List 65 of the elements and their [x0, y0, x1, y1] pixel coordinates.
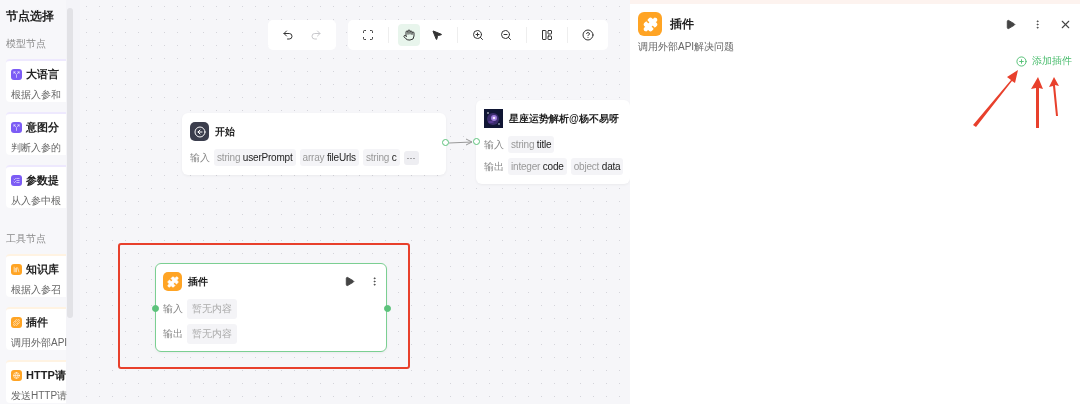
empty-tag: 暂无内容 — [187, 299, 237, 319]
sidebar-title: 节点选择 — [6, 8, 55, 25]
row-label: 输出 — [163, 327, 183, 341]
layout-icon — [541, 29, 553, 41]
node-name: HTTP请 — [26, 368, 66, 383]
row-label: 输入 — [484, 137, 504, 152]
play-icon — [344, 276, 355, 287]
puzzle-icon — [638, 12, 662, 36]
parameter-tag: string c — [362, 149, 400, 166]
start-icon — [190, 122, 209, 141]
node-card[interactable]: 插件 调用外部API — [6, 307, 66, 350]
node-description: 调用外部API — [11, 336, 66, 350]
node-description: 从入参中根 — [11, 194, 62, 208]
run-button[interactable] — [1005, 18, 1016, 30]
more-button[interactable]: ··· — [403, 150, 419, 165]
row-label: 输入 — [190, 150, 210, 165]
node-name: 大语言 — [26, 67, 59, 82]
group-label: 工具节点 — [6, 232, 47, 246]
node-title: 开始 — [215, 124, 236, 139]
node-card[interactable]: 插件 输入 暂无内容 输出 暂无内容 — [155, 263, 387, 352]
plus-icon — [1016, 55, 1027, 67]
redo-icon — [310, 29, 322, 41]
panel-title: 插件 — [670, 15, 695, 33]
scrollbar[interactable] — [67, 8, 73, 318]
parameter-tag: string userPrompt — [214, 149, 296, 166]
parameter-tag: array fileUrls — [299, 149, 359, 166]
node-description: 根据入参和 — [11, 88, 62, 102]
fullscreen-icon — [362, 29, 374, 41]
node-name: 插件 — [26, 315, 48, 330]
node-name: 意图分 — [26, 120, 59, 135]
node-name: 参数提 — [26, 173, 59, 188]
node-title: 星座运势解析@杨不易呀 — [509, 111, 620, 126]
play-icon — [1005, 18, 1016, 30]
row-label: 输出 — [484, 159, 504, 174]
empty-tag: 暂无内容 — [187, 324, 237, 344]
hand-tool-button[interactable] — [398, 24, 420, 46]
node-description: 判断入参的 — [11, 141, 62, 155]
parameter-tag: integer code — [508, 158, 567, 175]
help-icon — [582, 29, 594, 41]
input-port[interactable] — [473, 138, 480, 145]
node-card[interactable]: 意图分 判断入参的 — [6, 112, 66, 155]
panel-description: 调用外部API解决问题 — [638, 40, 736, 54]
input-port[interactable] — [152, 305, 159, 312]
node-card[interactable]: 星座运势解析@杨不易呀 输入 string title 输出 integer code object data — [476, 100, 630, 184]
node-card[interactable]: 开始 输入 string userPrompt array fileUrls string c ··· — [182, 113, 446, 175]
hand-icon — [403, 29, 415, 41]
group-label: 模型节点 — [6, 37, 47, 51]
parameter-tag: string title — [508, 136, 555, 153]
node-card[interactable]: 大语言 根据入参和 — [6, 59, 66, 102]
node-card[interactable]: 知识库 根据入参召 — [6, 254, 66, 297]
zoom-in-icon — [472, 29, 484, 41]
node-name: 知识库 — [26, 262, 59, 277]
node-card[interactable]: HTTP请 发送HTTP请 — [6, 360, 66, 403]
undo-icon — [282, 29, 294, 41]
node-title: 插件 — [188, 274, 209, 289]
node-description: 发送HTTP请 — [11, 389, 66, 403]
zoom-out-icon — [500, 29, 512, 41]
node-description: 根据入参召 — [11, 283, 62, 297]
puzzle-icon — [163, 272, 182, 291]
parameter-tag: object data — [570, 158, 624, 175]
row-label: 输入 — [163, 302, 183, 316]
run-button[interactable] — [344, 276, 355, 287]
connector-line — [449, 137, 473, 147]
node-card[interactable]: 参数提 从入参中根 — [6, 165, 66, 208]
pointer-icon — [431, 29, 443, 41]
